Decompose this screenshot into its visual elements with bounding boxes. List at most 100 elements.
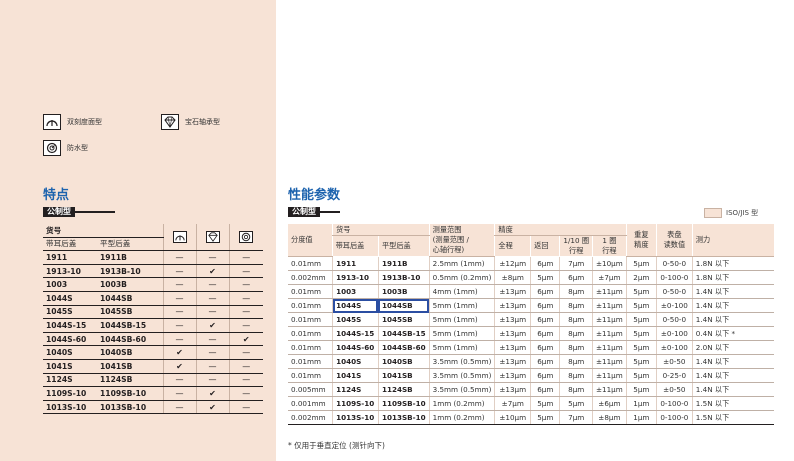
measuring-force: 1.5N 以下 [691, 396, 774, 411]
tenth-rev: 8μm [559, 382, 593, 397]
flat-back-part: 1003B [97, 277, 163, 292]
dual-scale-mark: — [162, 332, 196, 347]
one-line-1: 1 圈 [602, 236, 617, 245]
table-row: 1109S-10 1109SB-10— ✔ — [43, 386, 263, 401]
flat-back-part: 1124SB [97, 373, 163, 388]
lug-back-part: 1003 [332, 284, 379, 299]
lug-back-part: 1013S-10 [43, 400, 97, 415]
repeatability: 5μm [625, 340, 657, 355]
one-rev: ±11μm [592, 368, 627, 383]
one-rev: ±8μm [592, 410, 627, 425]
flat-back-part: 1013SB-10 [377, 410, 430, 425]
metric-label: 公制型 [43, 207, 75, 217]
table-row: 0.01mm 1911 1911B 2.5mm (1mm) ±12μm 6μm 7μm ±10… [288, 256, 774, 271]
specs-header-row: 分度值 货号 测量范围 (测量范围 / 心轴行程) 精度 重复 精度 表盘 读数… [288, 224, 774, 257]
one-rev: ±11μm [592, 298, 627, 313]
tenth-rev: 8μm [559, 298, 593, 313]
lug-back-part: 1044S-15 [332, 326, 379, 341]
graduation: 0.01mm [288, 312, 333, 327]
jewel-bearing-mark: — [195, 359, 229, 374]
measuring-force: 1.4N 以下 [691, 354, 774, 369]
repeat-line-1: 重复 [634, 230, 649, 239]
range: 5mm (1mm) [428, 298, 495, 313]
repeatability: 1μm [625, 410, 657, 425]
col-force: 测力 [691, 224, 774, 257]
dial-line-1: 表盘 [667, 230, 682, 239]
lug-back-part: 1044S-15 [43, 318, 97, 333]
dial-reading: ±0-50 [655, 382, 693, 397]
table-row: 0.01mm 1044S-15 1044SB-15 5mm (1mm) ±13μm 6μm… [288, 326, 774, 341]
lug-back-part: 1045S [43, 305, 97, 320]
jewel-bearing-mark: — [195, 373, 229, 388]
full-accuracy: ±13μm [494, 326, 531, 341]
measuring-force: 1.4N 以下 [691, 298, 774, 313]
table-row: 1913-10 1913B-10— ✔ — [43, 264, 263, 279]
lug-back-part: 1109S-10 [43, 386, 97, 401]
table-row: 0.01mm 1044S 1044SB 5mm (1mm) ±13μm 6μm 8μm ±11… [288, 298, 774, 313]
legend-label: 防水型 [67, 144, 88, 152]
repeatability: 5μm [625, 368, 657, 383]
repeatability: 1μm [625, 396, 657, 411]
flat-back-part: 1911B [377, 256, 430, 271]
dial-reading: 0-100-0 [655, 270, 693, 285]
table-row: 1124S 1124SB — — — [43, 373, 263, 388]
measuring-force: 1.5N 以下 [691, 410, 774, 425]
measuring-force: 1.4N 以下 [691, 368, 774, 383]
lug-back-part: 1040S [332, 354, 379, 369]
lug-back-part: 1041S [43, 359, 97, 374]
measuring-force: 1.4N 以下 [691, 382, 774, 397]
dual-scale-mark: — [162, 250, 196, 265]
waterproof-mark: ✔ [228, 332, 263, 347]
jewel-bearing-mark: — [195, 332, 229, 347]
dial-line-2: 读数值 [663, 240, 686, 249]
retrace: 5μm [530, 270, 560, 285]
retrace: 6μm [530, 298, 560, 313]
specs-table-body: 0.01mm 1911 1911B 2.5mm (1mm) ±12μm 6μm 7μm ±10… [288, 256, 774, 425]
waterproof-mark: — [228, 400, 263, 415]
lug-back-part: 1040S [43, 345, 97, 360]
measuring-force: 0.4N 以下 * [691, 326, 774, 341]
waterproof-mark: — [228, 291, 263, 306]
table-row: 1045S 1045SB — — — [43, 305, 263, 320]
one-rev: ±11μm [592, 326, 627, 341]
repeatability: 5μm [625, 284, 657, 299]
dial-reading: 0-100-0 [655, 396, 693, 411]
graduation: 0.01mm [288, 284, 333, 299]
dial-reading: 0-100-0 [655, 410, 693, 425]
table-row: 1911 1911B — — — [43, 250, 263, 265]
waterproof-mark: — [228, 264, 263, 279]
range: 5mm (1mm) [428, 340, 495, 355]
flat-back-part: 1044SB-60 [377, 340, 430, 355]
col-dual-scale [162, 224, 196, 252]
waterproof-icon [43, 140, 61, 156]
col-jewel-bearing [195, 224, 229, 252]
measuring-force: 1.4N 以下 [691, 284, 774, 299]
retrace: 6μm [530, 284, 560, 299]
tenth-rev: 8μm [559, 312, 593, 327]
lug-back-part: 1044S-60 [43, 332, 97, 347]
waterproof-mark: — [228, 277, 263, 292]
flat-back-part: 1044SB-15 [97, 318, 163, 333]
col-part-no: 货号 [332, 224, 430, 236]
jewel-bearing-mark: — [195, 250, 229, 265]
dial-reading: 0-50-0 [655, 256, 693, 271]
flat-back-part: 1124SB [377, 382, 430, 397]
flat-back-part: 1013SB-10 [97, 400, 163, 415]
range-line-2: (测量范围 / [432, 235, 469, 244]
table-row: 0.002mm 1013S-10 1013SB-10 1mm (0.2mm) ±10μm… [288, 410, 774, 425]
table-row: 0.01mm 1044S-60 1044SB-60 5mm (1mm) ±13μm 6μm… [288, 340, 774, 355]
dual-scale-mark: ✔ [162, 345, 196, 360]
full-accuracy: ±13μm [494, 340, 531, 355]
full-accuracy: ±12μm [494, 256, 531, 271]
lug-back-part: 1044S [332, 298, 379, 313]
tenth-rev: 7μm [559, 410, 593, 425]
dual-scale-dial-icon [172, 230, 187, 243]
full-accuracy: ±13μm [494, 382, 531, 397]
repeatability: 2μm [625, 270, 657, 285]
one-rev: ±11μm [592, 354, 627, 369]
tenth-rev: 8μm [559, 340, 593, 355]
table-row: 1041S 1041SB ✔ — — [43, 359, 263, 374]
lug-back-part: 1124S [332, 382, 379, 397]
repeatability: 5μm [625, 382, 657, 397]
waterproof-mark: — [228, 305, 263, 320]
